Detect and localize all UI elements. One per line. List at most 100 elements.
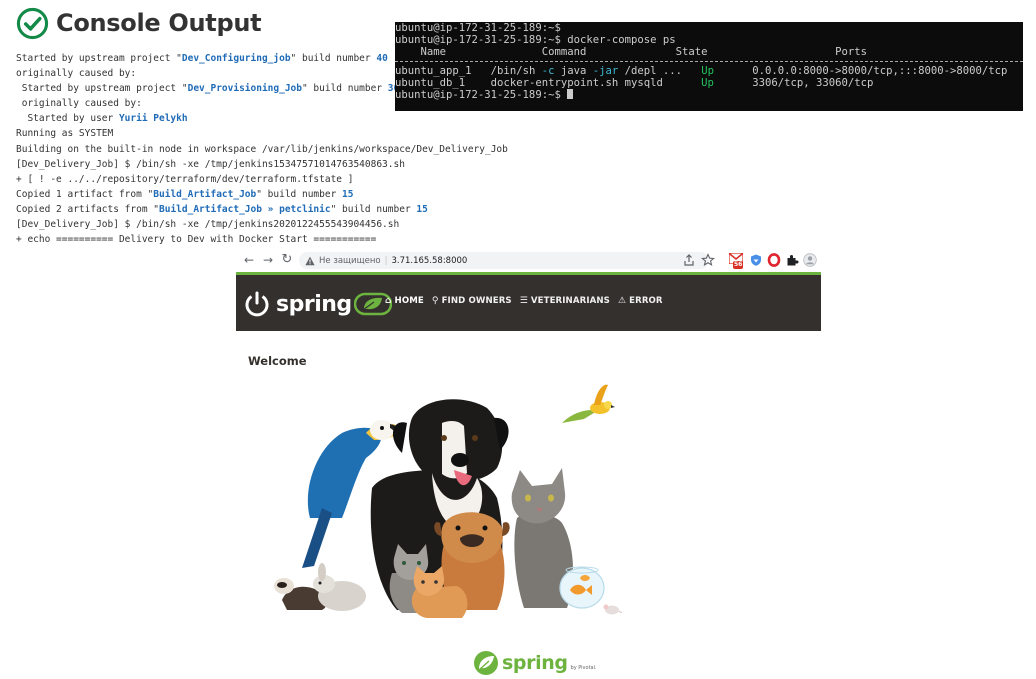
spring-power-icon — [245, 291, 269, 317]
footer-spring-logo: spring by Pivotal. — [473, 648, 597, 678]
terminal-separator — [395, 61, 1023, 62]
terminal-cell-state: Up — [701, 65, 714, 77]
back-arrow-icon[interactable]: ← — [242, 253, 256, 267]
nav-label: HOME — [394, 296, 424, 306]
console-link[interactable]: Build_Artifact_Job » petclinic — [159, 204, 331, 215]
mouse — [603, 604, 622, 618]
console-text: " build number — [256, 188, 343, 200]
console-link[interactable]: Dev_Provisioning_Job — [188, 83, 302, 94]
footer-logo-text: spring — [502, 652, 568, 674]
warning-icon: ⚠ — [617, 296, 627, 306]
nav-veterinarians[interactable]: ☰ VETERINARIANS — [520, 296, 610, 306]
gmail-extension-icon[interactable]: 56 — [729, 252, 745, 270]
forward-arrow-icon[interactable]: → — [261, 253, 275, 267]
spring-leaf-icon — [474, 651, 498, 675]
console-header: Console Output — [16, 6, 262, 40]
gmail-badge: 56 — [733, 261, 744, 269]
share-icon[interactable] — [682, 253, 696, 267]
console-line: Running as SYSTEM — [16, 126, 616, 141]
fish-bowl — [559, 566, 605, 609]
nav-find-owners[interactable]: ⚲ FIND OWNERS — [432, 296, 512, 306]
console-text: " build number — [301, 83, 388, 95]
pets-image — [274, 384, 622, 618]
opera-extension-icon[interactable] — [767, 253, 781, 267]
terminal-prompt-line: ubuntu@ip-172-31-25-189:~$ — [395, 22, 561, 34]
console-text: Started by upstream project " — [16, 53, 182, 64]
nav-home[interactable]: ⌂ HOME — [385, 296, 424, 306]
terminal-cell-ports: 3306/tcp, 33060/tcp — [713, 77, 874, 89]
address-bar[interactable]: Не защищено | 3.71.165.58:8000 — [299, 252, 709, 269]
console-text: Copied 1 artifact from " — [16, 188, 154, 200]
terminal-cell-flag2: -jar — [592, 65, 619, 77]
shield-extension-icon[interactable] — [749, 253, 763, 267]
nav-label: ERROR — [629, 296, 663, 306]
console-line: Building on the built-in node in workspa… — [16, 142, 616, 157]
console-link[interactable]: Yurii Pelykh — [119, 113, 188, 124]
terminal-container-row: ubuntu_db_1 docker-entrypoint.sh mysqld … — [395, 77, 1023, 89]
success-check-icon — [16, 7, 49, 39]
console-line: Started by user Yurii Pelykh — [16, 111, 616, 126]
console-text: originally caused by: — [16, 68, 137, 80]
console-text: [Dev_Delivery_Job] $ /bin/sh -xe /tmp/je… — [16, 158, 405, 170]
nav-label: FIND OWNERS — [441, 296, 512, 306]
search-icon: ⚲ — [431, 296, 439, 306]
terminal-cell-state: Up — [701, 77, 714, 89]
url-text: 3.71.165.58:8000 — [391, 255, 468, 266]
console-link[interactable]: 15 — [342, 189, 353, 200]
console-line: + [ ! -e ../../repository/terraform/dev/… — [16, 172, 616, 187]
terminal-cell-name: ubuntu_app_1 — [395, 65, 472, 77]
console-text: originally caused by: — [16, 98, 142, 110]
welcome-heading: Welcome — [248, 354, 307, 368]
extensions-puzzle-icon[interactable] — [785, 253, 799, 267]
browser-toolbar: ← → ↻ Не защищено | 3.71.165.58:8000 56 — [236, 250, 821, 275]
terminal-cell-flag1: -c — [541, 65, 555, 77]
console-text: [Dev_Delivery_Job] $ /bin/sh -xe /tmp/je… — [16, 219, 400, 231]
console-text: " build number — [330, 203, 417, 215]
bookmark-star-icon[interactable] — [701, 253, 715, 267]
profile-avatar-icon[interactable] — [803, 253, 817, 267]
nav-error[interactable]: ⚠ ERROR — [618, 296, 663, 306]
console-text: Started by user — [16, 113, 119, 125]
home-icon: ⌂ — [385, 296, 392, 306]
terminal-current-prompt: ubuntu@ip-172-31-25-189:~$ — [395, 89, 1023, 101]
console-line: + echo ========== Delivery to Dev with D… — [16, 232, 616, 247]
console-text: + [ ! -e ../../repository/terraform/dev/… — [16, 173, 354, 185]
console-text: Building on the built-in node in workspa… — [16, 143, 508, 155]
terminal-container-row: ubuntu_app_1 /bin/sh -c java -jar /depl … — [395, 65, 1023, 77]
footer-by-text: by Pivotal. — [570, 665, 597, 671]
console-title: Console Output — [56, 9, 262, 37]
terminal-cell-name: ubuntu_db_1 — [395, 77, 466, 89]
console-text: + echo ========== Delivery to Dev with D… — [16, 234, 377, 246]
console-line: Copied 1 artifact from "Build_Artifact_J… — [16, 187, 616, 202]
console-line: [Dev_Delivery_Job] $ /bin/sh -xe /tmp/je… — [16, 217, 616, 232]
warning-triangle-icon — [305, 256, 315, 265]
console-text: Started by upstream project " — [16, 83, 188, 95]
main-nav: ⌂ HOME ⚲ FIND OWNERS ☰ VETERINARIANS ⚠ ERROR — [385, 296, 671, 306]
terminal-cell-cmd-post: /depl ... — [618, 65, 702, 77]
console-link[interactable]: Dev_Configuring_job — [182, 53, 291, 64]
security-status: Не защищено — [319, 255, 381, 266]
list-icon: ☰ — [519, 296, 528, 306]
console-line: [Dev_Delivery_Job] $ /bin/sh -xe /tmp/je… — [16, 157, 616, 172]
terminal-cell-cmd-mid: java — [554, 65, 593, 77]
console-line: Copied 2 artifacts from "Build_Artifact_… — [16, 202, 616, 217]
spring-logo-text: spring — [276, 291, 352, 317]
nav-label: VETERINARIANS — [530, 296, 610, 306]
terminal-window[interactable]: ubuntu@ip-172-31-25-189:~$ ubuntu@ip-172… — [395, 22, 1023, 111]
browser-window: ← → ↻ Не защищено | 3.71.165.58:8000 56 … — [236, 250, 821, 679]
console-link[interactable]: Build_Artifact_Job — [153, 189, 256, 200]
terminal-command-line: ubuntu@ip-172-31-25-189:~$ docker-compos… — [395, 34, 676, 46]
terminal-cell-cmd-pre: docker-entrypoint.sh mysqld — [465, 77, 702, 89]
terminal-cell-cmd-pre: /bin/sh — [471, 65, 542, 77]
console-text: " build number — [290, 53, 377, 64]
console-link[interactable]: 40 — [376, 53, 387, 64]
console-text: Running as SYSTEM — [16, 128, 114, 140]
app-navbar: spring ⌂ HOME ⚲ FIND OWNERS ☰ VETERINARIANS ⚠ E… — [236, 275, 821, 331]
terminal-table-header: Name Command State Ports — [395, 46, 867, 58]
console-text: Copied 2 artifacts from " — [16, 203, 159, 215]
spring-logo[interactable]: spring — [243, 288, 392, 320]
terminal-cell-ports: 0.0.0.0:8000->8000/tcp,:::8000->8000/tcp — [713, 65, 1008, 77]
console-link[interactable]: 15 — [416, 204, 427, 215]
terminal-cursor — [567, 89, 574, 99]
reload-icon[interactable]: ↻ — [280, 253, 294, 267]
